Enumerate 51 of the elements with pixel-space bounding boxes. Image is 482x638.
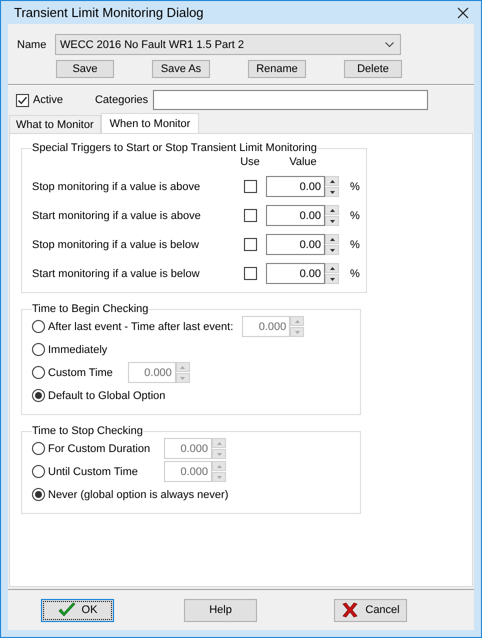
checkbox[interactable] bbox=[244, 267, 256, 280]
spin-buttons[interactable] bbox=[325, 234, 339, 255]
column-header: Use bbox=[240, 156, 260, 168]
name-dropdown[interactable]: WECC 2016 No Fault WR1 1.5 Part 2 bbox=[55, 34, 401, 55]
tab[interactable]: What to Monitor bbox=[9, 115, 101, 133]
radio-button[interactable] bbox=[32, 488, 45, 501]
spin-buttons[interactable] bbox=[325, 205, 339, 226]
unit-label: % bbox=[349, 180, 361, 192]
option-label[interactable]: Default to Global Option bbox=[48, 390, 166, 402]
close-icon[interactable] bbox=[457, 6, 469, 18]
spin-buttons[interactable] bbox=[325, 176, 339, 197]
number-field[interactable]: 0.00 bbox=[266, 205, 325, 226]
checkbox[interactable] bbox=[244, 209, 256, 222]
number-field[interactable]: 0.00 bbox=[266, 263, 325, 284]
toolbar-button[interactable]: Rename bbox=[248, 60, 306, 78]
checkbox[interactable] bbox=[244, 180, 256, 193]
toolbar-button[interactable]: Save As bbox=[152, 60, 210, 78]
tab[interactable]: When to Monitor bbox=[100, 113, 200, 133]
cross-icon bbox=[341, 602, 360, 618]
active-checkbox[interactable]: Active bbox=[16, 94, 63, 106]
radio-button[interactable] bbox=[32, 389, 45, 402]
dialog-button[interactable]: OK bbox=[41, 598, 114, 622]
option-label[interactable]: Never (global option is always never) bbox=[48, 488, 228, 500]
toolbar-button[interactable]: Save bbox=[56, 60, 114, 78]
unit-label: % bbox=[349, 238, 361, 250]
checkmark-icon bbox=[58, 602, 76, 618]
group-title: Special Triggers to Start or Stop Transient Limit Monitoring bbox=[32, 142, 317, 154]
trigger-label: Start monitoring if a value is below bbox=[32, 268, 201, 280]
unit-label: % bbox=[349, 268, 361, 280]
checkmark-icon bbox=[17, 94, 28, 106]
checkbox[interactable] bbox=[244, 238, 256, 251]
window-title: Transient Limit Monitoring Dialog bbox=[14, 5, 204, 20]
number-field[interactable]: 0.00 bbox=[266, 234, 325, 255]
categories-field[interactable] bbox=[152, 90, 428, 110]
dialog-button[interactable]: Cancel bbox=[334, 598, 407, 622]
trigger-label: Stop monitoring if a value is below bbox=[32, 238, 200, 250]
number-field[interactable]: 0.00 bbox=[266, 176, 325, 197]
categories-label: Categories bbox=[94, 94, 150, 106]
column-header: Value bbox=[288, 156, 318, 168]
toolbar-button[interactable]: Delete bbox=[344, 60, 402, 78]
group-title: Time to Stop Checking bbox=[32, 425, 143, 437]
name-label: Name bbox=[17, 38, 48, 50]
trigger-label: Stop monitoring if a value is above bbox=[32, 180, 202, 192]
caret-icon bbox=[385, 42, 394, 48]
spin-buttons[interactable] bbox=[325, 263, 339, 284]
unit-label: % bbox=[349, 210, 361, 222]
option-label[interactable]: Immediately bbox=[48, 344, 108, 356]
group-title: Time to Begin Checking bbox=[32, 303, 148, 315]
radio-button[interactable] bbox=[32, 343, 45, 356]
dialog-button[interactable]: Help bbox=[184, 598, 257, 622]
trigger-label: Start monitoring if a value is above bbox=[32, 210, 202, 222]
